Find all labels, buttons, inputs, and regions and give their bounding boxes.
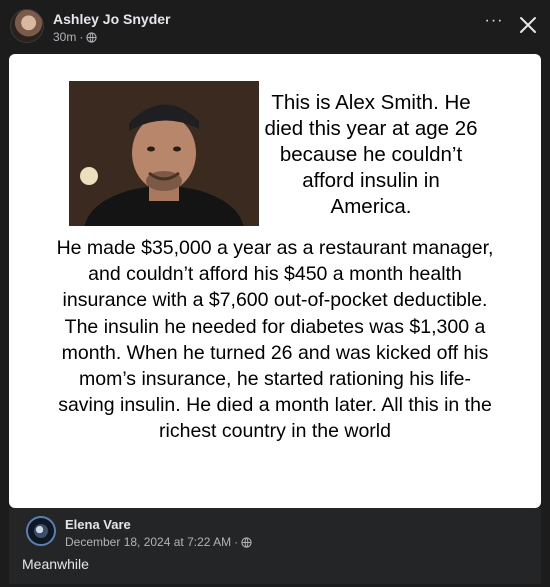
close-icon[interactable] <box>516 13 540 37</box>
meme-headline: This is Alex Smith. He died this year at… <box>264 91 478 218</box>
post-meta: 30m · <box>53 30 97 44</box>
shared-meta: December 18, 2024 at 7:22 AM · <box>65 535 252 549</box>
meta-separator: · <box>79 30 84 44</box>
shared-timestamp[interactable]: December 18, 2024 at 7:22 AM <box>65 535 231 549</box>
shared-caption: Meanwhile <box>22 556 89 572</box>
globe-icon <box>86 31 97 43</box>
meme-image[interactable]: This is Alex Smith. He died this year at… <box>9 54 541 508</box>
person-photo <box>69 81 259 226</box>
more-options-button[interactable]: ··· <box>482 13 506 34</box>
globe-icon <box>241 536 252 548</box>
meme-body-text: He made $35,000 a year as a restaurant m… <box>56 237 494 443</box>
avatar[interactable] <box>10 9 44 43</box>
meta-separator: · <box>234 535 239 549</box>
avatar[interactable] <box>26 516 56 546</box>
post-header: Ashley Jo Snyder 30m · ··· <box>0 0 550 52</box>
shared-author-name[interactable]: Elena Vare <box>65 517 131 532</box>
person-photo-illustration <box>69 81 259 226</box>
shared-post[interactable]: Elena Vare December 18, 2024 at 7:22 AM … <box>9 508 541 584</box>
post-timestamp[interactable]: 30m <box>53 30 76 44</box>
post-author-name[interactable]: Ashley Jo Snyder <box>53 11 171 27</box>
